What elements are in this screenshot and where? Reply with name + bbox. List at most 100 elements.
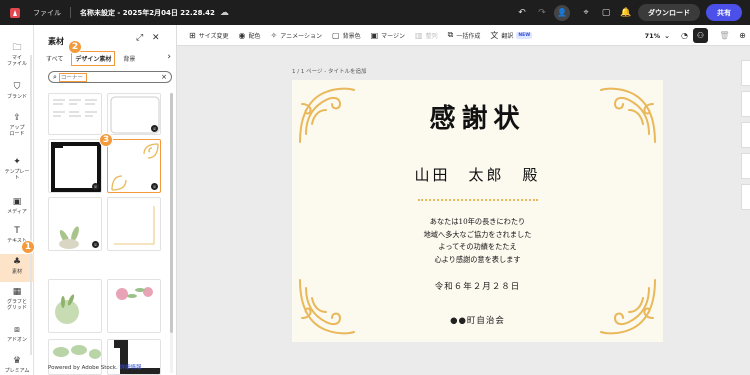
rail-item-upload[interactable]: ⇪ アップ ロード	[0, 113, 34, 137]
premium-icon: ♛	[12, 356, 22, 366]
brand-icon: ⛉	[13, 82, 21, 92]
adobe-express-logo[interactable]	[10, 7, 20, 18]
redo-icon[interactable]: ↷	[534, 5, 550, 21]
comment-icon[interactable]: ▢	[598, 5, 614, 21]
issuing-organization[interactable]: ●●町自治会	[292, 314, 663, 326]
corner-asset-thumbnail[interactable]	[107, 279, 161, 333]
bulk-create-button[interactable]: ⧉ 一括作成	[448, 30, 481, 40]
rail-item-templates[interactable]: ✦ テンプレー ト	[0, 157, 34, 181]
addon-icon: ⧈	[14, 325, 20, 335]
rail-item-brand[interactable]: ⛉ ブランド	[0, 82, 34, 100]
chevron-right-icon[interactable]: ›	[167, 52, 171, 62]
corner-asset-thumbnail[interactable]	[48, 279, 102, 333]
canvas-toolbar: ⊞ サイズ変更 ◉ 配色 ✧ アニメーション ▢ 背景色 ▣ マージン ▥ 整列 ⧉ 一括作成…	[177, 25, 750, 46]
page-label[interactable]: 1 / 1 ページ - タイトルを追加	[292, 67, 366, 75]
elements-panel: 素材 ⤢ ✕ すべて デザイン素材 背景 › ⌕ コーナー × ♕ ♕ ♕ ♕	[34, 25, 177, 375]
body-line: 地域へ多大なご協力をされました	[423, 229, 532, 239]
body-line: 心より感謝の意を表します	[434, 254, 521, 264]
invite-user-icon[interactable]: 👤	[554, 4, 570, 21]
bell-icon[interactable]: 🔔	[618, 5, 634, 21]
page-thumbnail[interactable]	[741, 122, 750, 148]
zoom-control[interactable]: 71% ⌄	[645, 25, 670, 46]
dotted-divider	[418, 199, 538, 201]
expand-icon[interactable]: ⤢	[136, 33, 143, 43]
certificate-body[interactable]: あなたは10年の長きにわたり 地域へ多大なご協力をされました よってその功績をた…	[292, 216, 663, 266]
step-marker-3: 3	[99, 133, 113, 147]
divider	[70, 7, 71, 18]
page-thumbnail[interactable]	[741, 184, 750, 210]
panel-tabs: すべて デザイン素材 背景 ›	[46, 51, 171, 66]
rail-item-premium[interactable]: ♛ プレミアム	[0, 356, 34, 374]
text-icon: T	[14, 226, 20, 236]
grid-icon: ▦	[12, 287, 22, 297]
panel-scrollbar[interactable]	[170, 93, 173, 373]
left-rail: 🗀 マイ ファイル ⛉ ブランド ⇪ アップ ロード ✦ テンプレー ト ▣ メディア T…	[0, 25, 34, 375]
clear-icon[interactable]: ×	[161, 73, 167, 81]
corner-asset-thumbnail[interactable]: ♕	[48, 197, 102, 251]
new-badge: NEW	[516, 31, 533, 39]
trash-icon[interactable]: 🗑	[717, 28, 732, 43]
file-menu[interactable]: ファイル	[33, 8, 61, 18]
step-marker-1: 1	[21, 240, 35, 254]
location-pin-icon[interactable]: ⌖	[578, 5, 594, 21]
certificate-date[interactable]: 令和６年２月２８日	[292, 280, 663, 292]
resize-button[interactable]: ⊞ サイズ変更	[189, 31, 229, 40]
search-input[interactable]: ⌕ コーナー ×	[48, 71, 172, 83]
top-bar: ファイル 名称未設定 - 2025年2月04日 22.28.42 ☁ ↶ ↷ 👤…	[0, 0, 750, 25]
page-thumbnail[interactable]	[741, 60, 750, 86]
elements-icon: ♣	[12, 257, 22, 267]
media-icon: ▣	[12, 197, 22, 207]
history-icon[interactable]: ◔	[677, 28, 692, 43]
search-icon: ⌕	[53, 72, 57, 81]
body-line: あなたは10年の長きにわたり	[429, 217, 526, 226]
add-page-icon[interactable]: ⊕	[735, 28, 750, 43]
upload-icon: ⇪	[13, 113, 21, 123]
stock-footer: Powered by Adobe Stock. 詳細情報	[48, 365, 142, 371]
corner-asset-thumbnail[interactable]	[107, 197, 161, 251]
bg-color-button[interactable]: ▢ 背景色	[332, 31, 361, 40]
close-icon[interactable]: ✕	[152, 33, 160, 43]
premium-badge-icon: ♕	[92, 241, 99, 248]
margin-icon: ▣	[370, 30, 379, 40]
rail-item-media[interactable]: ▣ メディア	[0, 197, 34, 215]
animation-button[interactable]: ✧ アニメーション	[271, 31, 322, 40]
rail-item-elements[interactable]: ♣ 素材	[0, 254, 34, 282]
selected-corner-thumbnail[interactable]: ♕	[107, 139, 161, 193]
page-thumbnail[interactable]	[741, 153, 750, 179]
page-thumbnail[interactable]	[741, 91, 750, 117]
bulk-create-icon: ⧉	[447, 30, 454, 39]
arrange-button[interactable]: ▥ 整列	[415, 31, 438, 40]
chevron-down-icon: ⌄	[664, 31, 670, 40]
rail-item-addons[interactable]: ⧈ アドオン	[0, 325, 34, 343]
learn-more-link[interactable]: 詳細情報	[120, 365, 142, 371]
panel-title: 素材	[48, 37, 64, 46]
premium-badge-icon: ♕	[92, 183, 99, 190]
share-button[interactable]: 共有	[706, 4, 742, 21]
certificate-title[interactable]: 感謝状	[292, 98, 663, 135]
undo-icon[interactable]: ↶	[514, 5, 530, 21]
layers-icon[interactable]: ⚇	[693, 28, 708, 43]
premium-badge-icon: ♕	[151, 125, 158, 132]
rail-scrollbar[interactable]	[30, 55, 32, 355]
rail-item-my-files[interactable]: 🗀 マイ ファイル	[0, 43, 34, 67]
tab-backgrounds[interactable]: 背景	[123, 54, 135, 63]
page-thumbnail-strip	[738, 46, 750, 375]
square-icon: ▢	[332, 30, 340, 40]
search-value: コーナー	[58, 72, 87, 82]
download-button[interactable]: ダウンロード	[638, 4, 700, 21]
rail-item-charts-grids[interactable]: ▦ グラフと グリッド	[0, 287, 34, 311]
corner-asset-thumbnail[interactable]: ♕	[48, 139, 102, 193]
corner-asset-thumbnail[interactable]	[48, 93, 102, 135]
certificate-page[interactable]: 感謝状 山田 太郎 殿 あなたは10年の長きにわたり 地域へ多大なご協力をされま…	[292, 80, 663, 342]
color-button[interactable]: ◉ 配色	[239, 31, 261, 40]
folder-icon: 🗀	[12, 43, 22, 53]
recipient-name[interactable]: 山田 太郎 殿	[292, 164, 663, 185]
document-title[interactable]: 名称未設定 - 2025年2月04日 22.28.42	[80, 8, 215, 18]
animation-icon: ✧	[270, 30, 278, 40]
translate-icon: 文	[490, 30, 499, 40]
corner-asset-thumbnail[interactable]: ♕	[107, 93, 161, 135]
tab-all[interactable]: すべて	[46, 54, 63, 63]
resize-icon: ⊞	[189, 30, 196, 40]
margin-button[interactable]: ▣ マージン	[371, 31, 405, 40]
translate-button[interactable]: 文翻訳 NEW	[490, 30, 533, 41]
